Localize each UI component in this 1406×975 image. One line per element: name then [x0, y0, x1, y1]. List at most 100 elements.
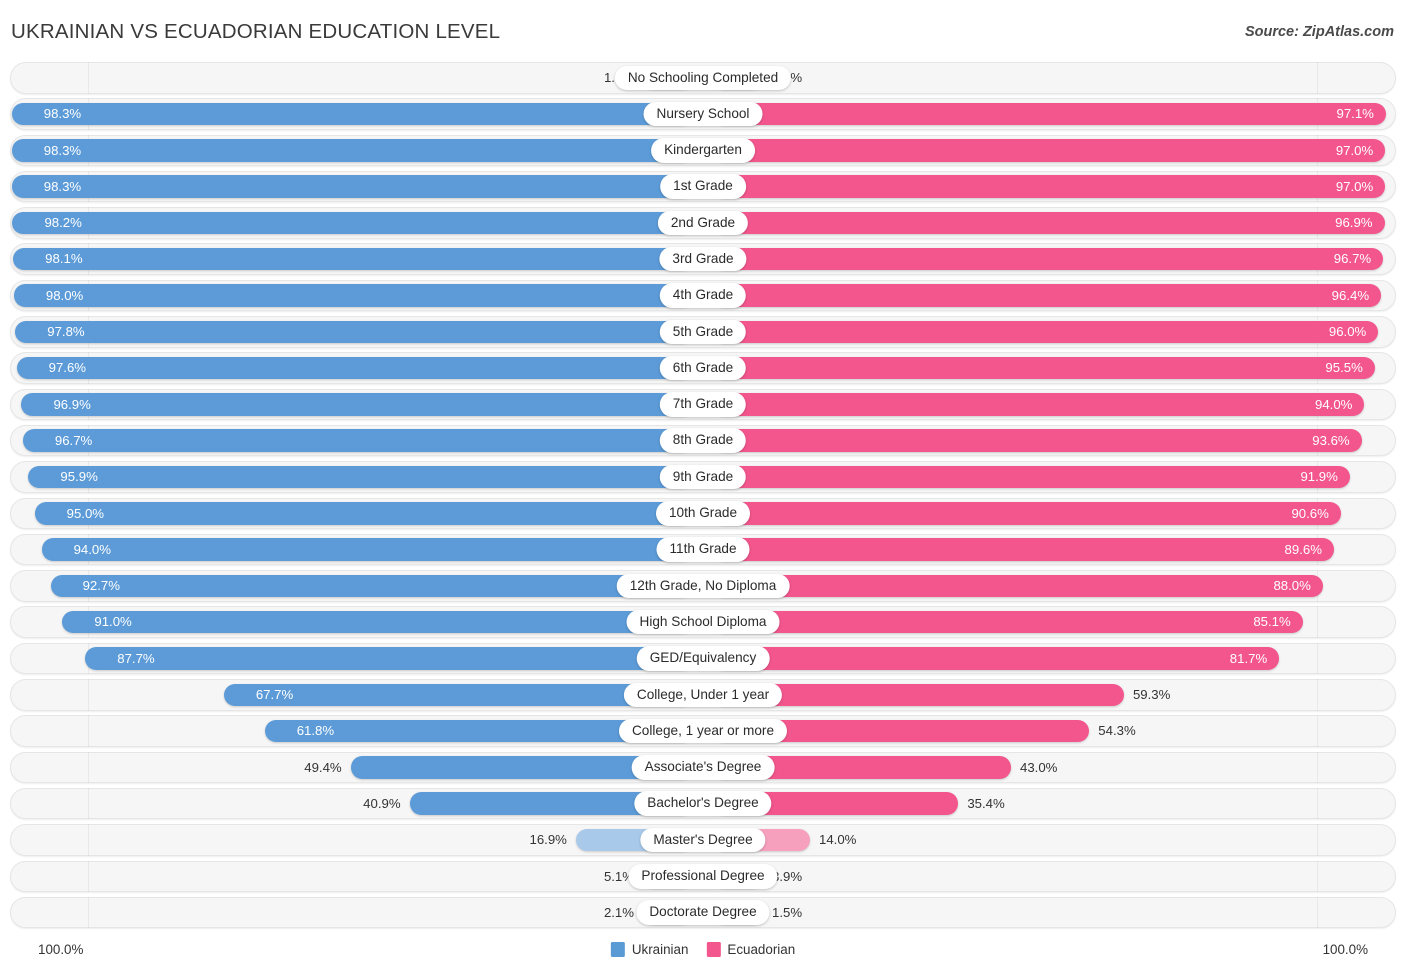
bar-ecuadorian: [713, 102, 1386, 126]
category-label: 1st Grade: [660, 174, 746, 199]
bar-ukrainian: [34, 502, 693, 525]
bar-ecuadorian: [713, 175, 1386, 198]
category-label: 4th Grade: [659, 283, 747, 308]
category-label: 8th Grade: [659, 428, 747, 453]
grid-divider-left: [88, 715, 89, 747]
chart-row: 98.1% 96.7% 3rd Grade: [10, 243, 1396, 275]
value-label-ecuadorian: 85.1%: [1253, 614, 1291, 630]
bar-ukrainian: [11, 139, 693, 162]
diverging-bar-chart: 1.8%3.0%No Schooling Completed 98.3% 97.1%…: [0, 62, 1406, 938]
category-label: 12th Grade, No Diploma: [616, 573, 790, 599]
bar-ecuadorian: [713, 284, 1382, 307]
chart-row: 92.7% 88.0% 12th Grade, No Diploma: [10, 570, 1396, 602]
chart-row: 61.8% 54.3% College, 1 year or more: [10, 715, 1396, 747]
chart-legend: Ukrainian Ecuadorian: [610, 942, 795, 957]
value-label-ecuadorian: 96.4%: [1331, 287, 1370, 303]
bar-ecuadorian: [713, 574, 1323, 598]
grid-divider-right: [1317, 824, 1318, 856]
category-label: 5th Grade: [659, 319, 747, 345]
value-label-ecuadorian: 14.0%: [819, 832, 857, 848]
grid-divider-left: [88, 62, 89, 94]
bar-ukrainian: [28, 465, 693, 489]
value-label-ukrainian: 96.9%: [53, 396, 91, 412]
chart-row: 5.1% 3.9% Professional Degree: [10, 860, 1396, 893]
chart-row: 98.3% 97.0% 1st Grade: [10, 170, 1396, 203]
value-label-ecuadorian: 96.7%: [1333, 251, 1372, 267]
value-label-ecuadorian: 97.1%: [1336, 106, 1374, 122]
grid-divider-right: [1317, 606, 1318, 638]
bar-ukrainian: [12, 211, 693, 235]
bar-ecuadorian: [713, 356, 1375, 380]
grid-divider-right: [1317, 896, 1318, 929]
category-label: 3rd Grade: [659, 246, 747, 272]
value-label-ecuadorian: 94.0%: [1315, 396, 1353, 412]
value-label-ukrainian: 98.1%: [45, 251, 83, 267]
chart-page: UKRAINIAN VS ECUADORIAN EDUCATION LEVEL …: [0, 0, 1406, 975]
grid-divider-left: [88, 679, 89, 711]
category-label: GED/Equivalency: [636, 646, 770, 671]
value-label-ukrainian: 98.3%: [43, 142, 82, 158]
bar-ukrainian: [41, 538, 693, 561]
grid-divider-left: [88, 751, 89, 784]
bar-ukrainian: [11, 102, 693, 126]
bar-ukrainian: [21, 393, 693, 416]
axis-max-right: 100.0%: [1322, 942, 1368, 957]
category-label: Nursery School: [643, 101, 763, 127]
chart-row: 49.4% 43.0% Associate's Degree: [10, 751, 1396, 784]
chart-row: 98.3% 97.0% Kindergarten: [10, 134, 1396, 167]
value-label-ukrainian: 98.0%: [45, 287, 84, 303]
value-label-ukrainian: 98.3%: [43, 106, 82, 122]
bar-ecuadorian: [713, 647, 1280, 670]
bar-ukrainian: [50, 574, 693, 598]
category-label: Associate's Degree: [631, 755, 775, 780]
bar-ukrainian: [13, 247, 693, 271]
chart-row: 96.7% 93.6% 8th Grade: [10, 424, 1396, 457]
value-label-ukrainian: 98.3%: [43, 178, 82, 194]
grid-divider-left: [88, 787, 89, 820]
value-label-ukrainian: 2.1%: [603, 904, 634, 920]
axis-max-left: 100.0%: [38, 942, 84, 957]
category-label: Professional Degree: [628, 864, 778, 889]
bar-ukrainian: [11, 175, 693, 198]
legend-swatch-icon: [706, 942, 721, 957]
value-label-ukrainian: 49.4%: [304, 759, 342, 775]
bar-ecuadorian: [713, 502, 1341, 525]
value-label-ecuadorian: 96.0%: [1328, 324, 1367, 340]
grid-divider-right: [1317, 860, 1318, 893]
value-label-ecuadorian: 90.6%: [1291, 505, 1329, 521]
value-label-ukrainian: 87.7%: [117, 650, 155, 666]
bar-ecuadorian: [713, 139, 1386, 162]
bar-ecuadorian: [713, 393, 1365, 416]
legend-item-ukrainian[interactable]: Ukrainian: [610, 942, 688, 957]
grid-divider-left: [88, 860, 89, 893]
category-label: 7th Grade: [659, 392, 747, 417]
value-label-ecuadorian: 96.9%: [1335, 215, 1373, 231]
legend-label: Ecuadorian: [727, 942, 796, 957]
chart-row: 98.2% 96.9% 2nd Grade: [10, 207, 1396, 239]
source-attribution: Source: ZipAtlas.com: [1244, 24, 1394, 40]
chart-row: 40.9% 35.4% Bachelor's Degree: [10, 787, 1396, 820]
grid-divider-left: [88, 896, 89, 929]
value-label-ukrainian: 98.2%: [44, 215, 82, 231]
bar-ukrainian: [223, 683, 693, 707]
category-label: 6th Grade: [659, 355, 747, 381]
value-label-ecuadorian: 95.5%: [1325, 360, 1363, 376]
category-label: 10th Grade: [655, 501, 751, 526]
chart-row: 1.8%3.0%No Schooling Completed: [10, 62, 1396, 94]
category-label: Bachelor's Degree: [634, 791, 772, 816]
legend-item-ecuadorian[interactable]: Ecuadorian: [706, 942, 795, 957]
category-label: Doctorate Degree: [636, 900, 770, 925]
bar-ecuadorian: [713, 610, 1303, 634]
category-label: Kindergarten: [651, 138, 755, 163]
category-label: Master's Degree: [640, 827, 766, 853]
bar-ecuadorian: [713, 465, 1350, 489]
bar-ukrainian: [16, 356, 693, 380]
value-label-ukrainian: 91.0%: [94, 614, 132, 630]
value-label-ecuadorian: 97.0%: [1335, 142, 1374, 158]
chart-footer: 100.0% Ukrainian Ecuadorian 100.0%: [0, 938, 1406, 968]
value-label-ecuadorian: 91.9%: [1300, 469, 1338, 485]
value-label-ukrainian: 67.7%: [255, 687, 294, 703]
value-label-ecuadorian: 88.0%: [1273, 578, 1311, 594]
category-label: High School Diploma: [626, 609, 780, 635]
grid-divider-right: [1317, 679, 1318, 711]
